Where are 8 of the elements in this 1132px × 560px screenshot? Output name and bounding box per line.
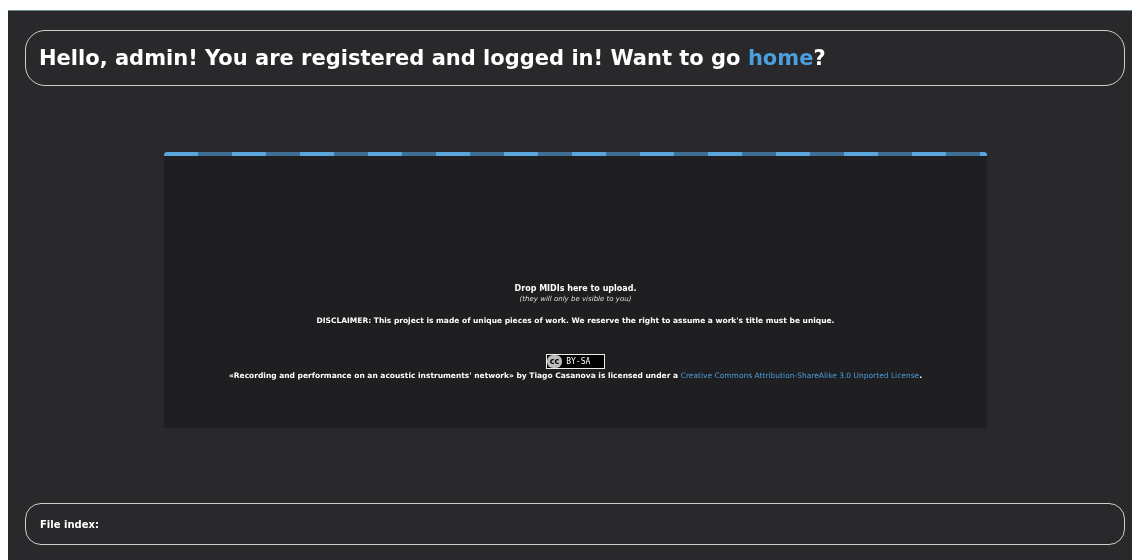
license-badge[interactable]: cc BY-SA: [545, 354, 606, 369]
file-index-label: File index:: [40, 518, 99, 530]
cc-mark: cc: [546, 355, 563, 368]
badge-label: BY-SA: [565, 356, 592, 368]
dropzone-panel[interactable]: [164, 152, 987, 428]
dropzone-title: Drop MIDIs here to upload.: [514, 284, 637, 293]
greeting-heading: Hello, admin! You are registered and logged in! Want to go home?: [25, 30, 1125, 86]
home-link[interactable]: home: [747, 46, 814, 70]
